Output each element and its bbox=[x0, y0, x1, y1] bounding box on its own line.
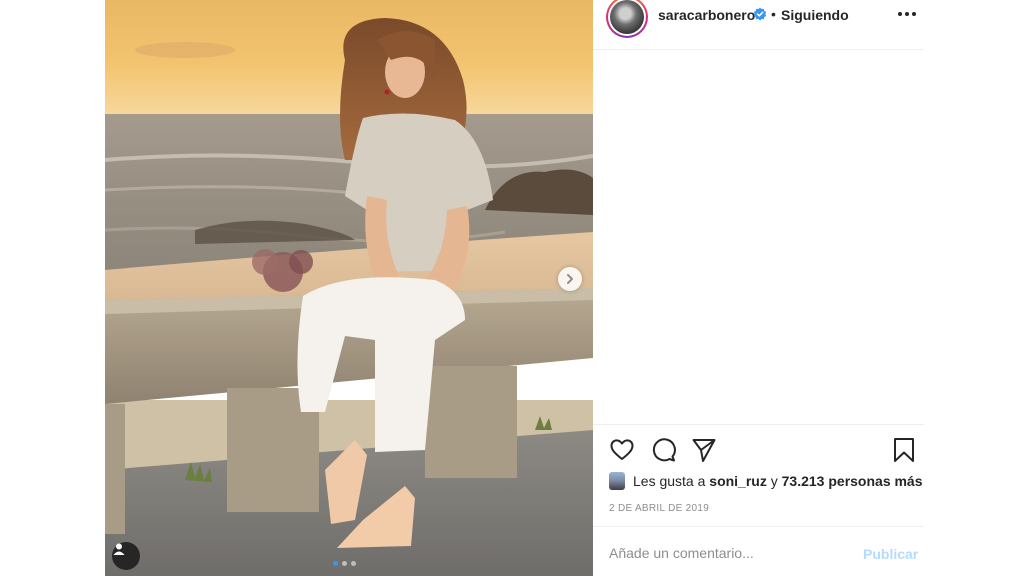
tagged-users-button[interactable] bbox=[112, 542, 140, 570]
header-separator: • bbox=[771, 6, 776, 22]
comment-icon[interactable] bbox=[650, 437, 676, 463]
likes-count-link[interactable]: 73.213 personas más bbox=[782, 473, 923, 489]
publish-button[interactable]: Publicar bbox=[863, 546, 918, 562]
more-options-button[interactable] bbox=[893, 4, 921, 24]
more-dot-icon bbox=[898, 12, 902, 16]
following-button[interactable]: Siguiendo bbox=[781, 7, 849, 23]
carousel-dot-active bbox=[333, 561, 338, 566]
comments-list[interactable] bbox=[593, 51, 924, 424]
likes-summary: Les gusta a soni_ruz y 73.213 personas m… bbox=[609, 472, 923, 490]
instagram-post-modal: saracarbonero • Siguiendo Les gusta a so… bbox=[0, 0, 1024, 576]
liker-avatar[interactable] bbox=[609, 472, 625, 490]
post-header: saracarbonero • Siguiendo bbox=[593, 0, 924, 50]
carousel-next-button[interactable] bbox=[558, 267, 582, 291]
comment-form: Publicar bbox=[593, 526, 924, 576]
action-bar bbox=[593, 424, 924, 474]
photo-illustration bbox=[105, 0, 593, 576]
share-icon[interactable] bbox=[691, 437, 717, 463]
avatar-story-ring[interactable] bbox=[606, 0, 648, 38]
post-photo[interactable] bbox=[105, 0, 593, 576]
username-link[interactable]: saracarbonero bbox=[658, 7, 755, 23]
verified-badge-icon bbox=[753, 7, 767, 21]
likes-prefix: Les gusta a bbox=[633, 473, 710, 489]
avatar bbox=[610, 0, 644, 34]
carousel-dot bbox=[351, 561, 356, 566]
user-icon bbox=[113, 543, 125, 555]
more-dot-icon bbox=[912, 12, 916, 16]
post-date[interactable]: 2 DE ABRIL DE 2019 bbox=[609, 503, 709, 514]
bookmark-icon[interactable] bbox=[891, 437, 917, 463]
post-sidebar: saracarbonero • Siguiendo Les gusta a so… bbox=[593, 0, 924, 576]
chevron-right-icon bbox=[567, 274, 573, 284]
more-dot-icon bbox=[905, 12, 909, 16]
carousel-dot bbox=[342, 561, 347, 566]
likes-middle: y bbox=[766, 473, 782, 489]
liker-username-link[interactable]: soni_ruz bbox=[709, 473, 767, 489]
carousel-indicator bbox=[333, 561, 356, 566]
heart-icon[interactable] bbox=[609, 437, 635, 463]
comment-input[interactable] bbox=[609, 545, 849, 561]
